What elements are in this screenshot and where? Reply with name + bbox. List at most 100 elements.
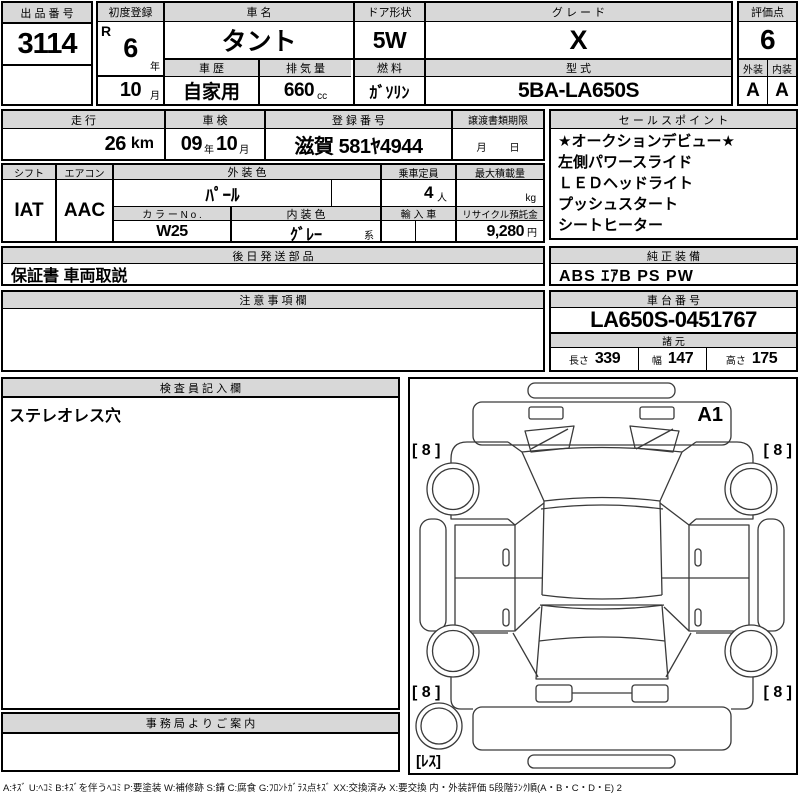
front-bumper-strip [527,382,676,399]
rear-bumper-strip [527,754,676,769]
interior-color-cell: ｸﾞﾚｰ 系 [232,221,380,245]
auction-number-label: 出 品 番 号 [3,3,91,24]
history-label: 車 歴 [165,60,258,77]
mileage-unit: km [130,135,154,152]
displacement-label: 排 気 量 [260,60,351,77]
door-joins-left [512,502,545,678]
exterior-color-group: 外 装 色 ﾊﾟｰﾙ [114,165,382,206]
diagram-annotation-a1: A1 [697,404,723,426]
damage-code-legend: A:ｷｽﾞ U:ﾍｺﾐ B:ｷｽﾞを伴うﾍｺﾐ P:要塗装 W:補修跡 S:錆 … [3,783,622,794]
caution-value [3,309,543,370]
office-label: 事 務 局 よ り ご 案 内 [3,714,398,734]
caution-label: 注 意 事 項 欄 [3,292,543,309]
equipment-value: ABS ｴｱB PS PW [559,268,694,285]
transfer-docs-column: 譲渡書類期限 月 日 [453,111,543,159]
side-sill-right [757,518,785,632]
specs-label: 諸 元 [551,334,796,348]
exterior-color-cells: ﾊﾟｰﾙ [114,180,380,206]
spec-height-value: 175 [751,350,778,367]
first-registration-year-cell: R 6 年 [98,22,163,77]
shaken-year-suffix: 年 [204,145,214,156]
color-no-label: カ ラ ー N o . [114,206,230,221]
capacity-unit: 人 [437,193,447,204]
mileage-cell: 26 km [3,129,164,159]
cowl-line [540,504,664,510]
tire-depth-rear-right: [ 8 ] [764,684,792,701]
sales-points-label: セ ー ル ス ポ イ ン ト [551,111,796,129]
exterior-color-value: ﾊﾟｰﾙ [114,180,332,206]
grade-label: グ レ ー ド [426,3,731,22]
transfer-docs-day-suffix: 日 [509,143,520,154]
transfer-docs-label: 譲渡書類期限 [453,111,543,129]
registration-number-value: 滋賀 581ﾔ4944 [294,135,423,158]
transfer-docs-cell: 月 日 [453,129,543,159]
history-column: 車 歴 自家用 [165,60,260,104]
spec-width-cell: 幅 147 [639,348,707,370]
shaken-year: 09 [180,132,203,155]
max-load-cell: kg [457,180,543,206]
import-car-group: 輸 入 車 [382,206,457,242]
specs-row: 長さ 339 幅 147 高さ 175 [551,348,796,370]
spare-tire-label: [ﾚｽ] [416,753,441,770]
capacity-value: 4 [424,183,433,202]
first-registration-month-cell: 10 月 [98,77,163,104]
sales-point-item: ★オークションデビュー★ [558,133,735,150]
side-sill-left [419,518,447,632]
car-top-view-diagram: A1 [ 8 ] [ 8 ] [ 8 ] [ 8 ] [ﾚｽ] [412,382,792,770]
shaken-month-suffix: 月 [239,145,250,156]
car-name-column: 車 名 タント 車 歴 自家用 排 気 量 660 cc [165,3,355,104]
equipment-box: 純 正 装 備 ABS ｴｱB PS PW [549,246,798,286]
roof-rear-edge [541,594,663,600]
capacity-cell: 4 人 [382,180,455,206]
door-handle-rear-left [502,608,510,627]
mileage-label: 走 行 [3,111,164,129]
inspector-label: 検 査 員 記 入 欄 [3,379,398,398]
chassis-label: 車 台 番 号 [551,292,796,308]
tailgate [535,604,669,680]
auction-number-empty-cell [3,66,91,102]
interior-color-row: カ ラ ー N o . W25 内 装 色 ｸﾞﾚｰ 系 輸 入 車 リサイクル… [114,206,543,245]
front-fender-left-joins [507,441,523,526]
recycle-value: 9,280 [486,222,524,240]
transfer-docs-month-suffix: 月 [476,143,487,154]
spec-height-label: 高さ [725,355,746,367]
taillight-right [631,684,669,703]
aircon-column: エアコン AAC [57,165,114,241]
shaken-label: 車 検 [166,111,264,129]
interior-color-suffix: 系 [364,231,374,242]
first-registration-month: 10 [119,79,142,101]
first-registration-label: 初度登録 [98,3,163,22]
aircon-value: AAC [63,199,106,221]
car-diagram-box: A1 [ 8 ] [ 8 ] [ 8 ] [ 8 ] [ﾚｽ] [408,377,798,775]
car-name-value: タント [165,22,353,60]
color-capacity-grid: 外 装 色 ﾊﾟｰﾙ 乗車定員 4 人 最大積載量 kg カ ラ ー N o .… [114,165,543,245]
spec-length-value: 339 [594,350,621,367]
tire-depth-rear-left: [ 8 ] [412,684,440,701]
car-name-label: 車 名 [165,3,353,22]
score-value: 6 [739,22,796,60]
rear-tire-right [729,629,773,673]
roof-sides [541,500,663,596]
capacity-group: 乗車定員 4 人 [382,165,457,206]
sales-point-item: ＬＥＤヘッドライト [558,175,694,192]
displacement-column: 排 気 量 660 cc [260,60,351,104]
spec-length-label: 長さ [568,355,589,367]
mileage-row-box: 走 行 26 km 車 検 09 年 10 月 登 録 番 号 滋賀 581ﾔ4… [1,109,545,161]
spec-length-cell: 長さ 339 [551,348,639,370]
first-registration-year: 6 [123,33,138,63]
inspector-note: ステレオレス穴 [9,408,122,425]
model-value: 5BA-LA650S [517,78,640,102]
shift-column: シフト IAT [3,165,57,241]
sales-points-box: セ ー ル ス ポ イ ン ト ★オークションデビュー★ 左側パワースライド Ｌ… [549,109,798,240]
history-displacement-row: 車 歴 自家用 排 気 量 660 cc [165,60,353,104]
spec-width-value: 147 [667,350,694,367]
front-fender-right-joins [681,441,697,526]
color-no-group: カ ラ ー N o . W25 [114,206,232,242]
interior-color-label: 内 装 色 [232,206,380,221]
front-tire-left [431,467,475,511]
chassis-box: 車 台 番 号 LA650S-0451767 諸 元 長さ 339 幅 147 … [549,290,798,372]
recycle-cell: 9,280 円 [457,221,543,242]
interior-color-group: 内 装 色 ｸﾞﾚｰ 系 [232,206,382,245]
vehicle-header-table: 初度登録 R 6 年 10 月 車 名 タント 車 歴 自家用 排 気 量 66… [96,1,733,106]
displacement-value: 660 [283,79,315,101]
